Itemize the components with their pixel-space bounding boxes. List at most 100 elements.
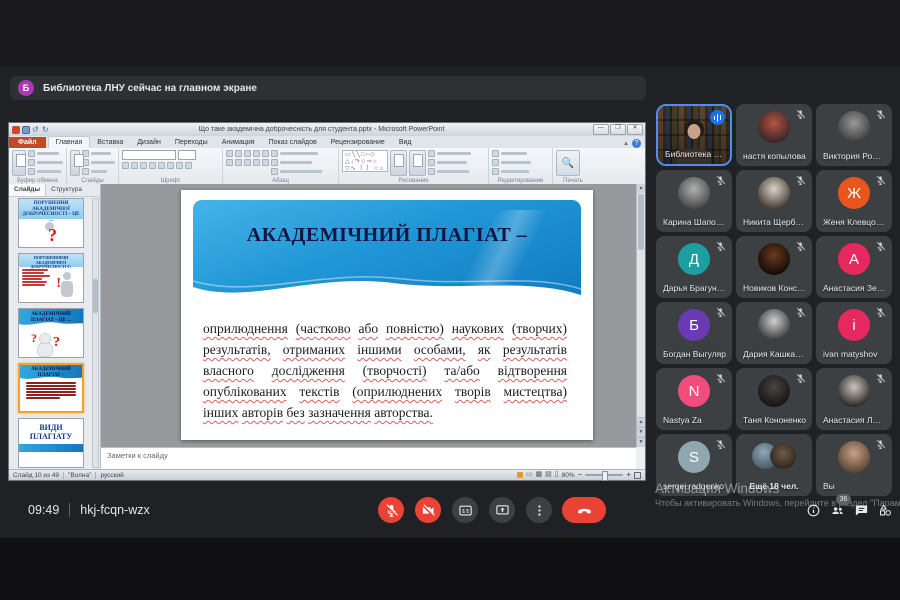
- participant-tile[interactable]: Новиков Констант...: [736, 236, 812, 298]
- fit-to-window-icon[interactable]: [634, 472, 641, 479]
- font-name-box[interactable]: [122, 150, 176, 160]
- participant-tile[interactable]: Анастасия Любив...: [816, 368, 892, 430]
- reading-view-icon[interactable]: ▤: [545, 471, 552, 479]
- participant-tile[interactable]: ДДарья Брагунец: [656, 236, 732, 298]
- captions-button[interactable]: [452, 497, 478, 523]
- italic-icon[interactable]: [131, 162, 138, 169]
- align-center-icon[interactable]: [235, 159, 242, 166]
- format-painter-icon[interactable]: [28, 168, 35, 175]
- panel-tab-slides[interactable]: Слайды: [9, 184, 46, 196]
- align-text-icon[interactable]: [271, 159, 278, 166]
- panel-scrollbar[interactable]: [92, 198, 99, 468]
- more-options-button[interactable]: [526, 497, 552, 523]
- ribbon-collapse-icon[interactable]: ▲: [623, 141, 629, 147]
- char-spacing-icon[interactable]: [167, 162, 174, 169]
- slide-thumbnail-3[interactable]: АКАДЕМІЧНИЙ ПЛАГІАТ – ЦЕ ... ? ?: [18, 308, 84, 358]
- copy-icon[interactable]: [28, 159, 35, 166]
- slide-editor-area[interactable]: АКАДЕМІЧНИЙ ПЛАГІАТ – оприлюднення (част…: [101, 184, 636, 447]
- text-direction-icon[interactable]: [271, 150, 278, 157]
- notes-pane[interactable]: Заметки к слайду: [101, 447, 636, 469]
- participant-tile[interactable]: настя копылова: [736, 104, 812, 166]
- next-slide-button[interactable]: ▼: [637, 427, 645, 437]
- quick-styles-button[interactable]: [409, 150, 426, 176]
- normal-view-icon[interactable]: ▭: [526, 471, 533, 479]
- end-call-button[interactable]: [562, 497, 606, 523]
- numbering-icon[interactable]: [235, 150, 242, 157]
- cut-icon[interactable]: [28, 150, 35, 157]
- smartart-icon[interactable]: [271, 168, 278, 175]
- section-icon[interactable]: [82, 168, 89, 175]
- quick-access-toolbar[interactable]: ↺ ↻: [9, 126, 50, 134]
- strikethrough-icon[interactable]: [158, 162, 165, 169]
- select-icon[interactable]: [492, 168, 499, 175]
- participant-tile[interactable]: Карина Шаповало...: [656, 170, 732, 232]
- tab-home[interactable]: Главная: [48, 136, 91, 148]
- indent-increase-icon[interactable]: [253, 150, 260, 157]
- participant-tile[interactable]: Никита Щербатен...: [736, 170, 812, 232]
- participant-tile[interactable]: NNastya Za: [656, 368, 732, 430]
- participant-tile[interactable]: Вы: [816, 434, 892, 496]
- replace-icon[interactable]: [492, 159, 499, 166]
- bold-icon[interactable]: [122, 162, 129, 169]
- align-right-icon[interactable]: [244, 159, 251, 166]
- minimize-button[interactable]: —: [593, 124, 609, 135]
- tab-file[interactable]: Файл: [9, 137, 46, 148]
- redo-icon[interactable]: ↻: [42, 126, 50, 134]
- participant-tile[interactable]: ААнастасия Земля...: [816, 236, 892, 298]
- editor-scrollbar[interactable]: ▲ ▲ ▼ ▼: [636, 184, 645, 447]
- participant-tile[interactable]: iivan matyshov: [816, 302, 892, 364]
- chat-button[interactable]: [854, 503, 869, 518]
- line-spacing-icon[interactable]: [262, 150, 269, 157]
- align-left-icon[interactable]: [226, 159, 233, 166]
- slideshow-view-icon[interactable]: ▯: [555, 471, 559, 479]
- change-case-icon[interactable]: [176, 162, 183, 169]
- zoom-slider[interactable]: [585, 474, 623, 476]
- save-icon[interactable]: [22, 126, 30, 134]
- current-slide[interactable]: АКАДЕМІЧНИЙ ПЛАГІАТ – оприлюднення (част…: [181, 190, 593, 440]
- slide-thumbnail-1[interactable]: ПОРУШЕННЯ АКАДЕМІЧНОЇ ДОБРОЧЕСНОСТІ – ЦЕ…: [18, 198, 84, 248]
- previous-slide-button[interactable]: ▲: [637, 417, 645, 427]
- find-icon[interactable]: [492, 150, 499, 157]
- sorter-view-icon[interactable]: ▦: [536, 471, 543, 479]
- tab-slideshow[interactable]: Показ слайдов: [262, 137, 324, 148]
- shadow-icon[interactable]: [149, 162, 156, 169]
- participant-tile[interactable]: ББогдан Выгуляр: [656, 302, 732, 364]
- tab-design[interactable]: Дизайн: [130, 137, 168, 148]
- participant-tile[interactable]: ЖЖеня Клевцович: [816, 170, 892, 232]
- participant-tile[interactable]: Библиотека ЛНУ: [656, 104, 732, 166]
- meeting-details-button[interactable]: [806, 503, 821, 518]
- tab-insert[interactable]: Вставка: [90, 137, 130, 148]
- slide-title-block[interactable]: АКАДЕМІЧНИЙ ПЛАГІАТ –: [193, 200, 581, 304]
- help-icon[interactable]: ?: [632, 139, 641, 148]
- close-button[interactable]: ✕: [627, 124, 643, 135]
- zoom-out-button[interactable]: −: [578, 471, 583, 479]
- activities-button[interactable]: [878, 503, 893, 518]
- undo-icon[interactable]: ↺: [32, 126, 40, 134]
- present-button[interactable]: [489, 497, 515, 523]
- columns-icon[interactable]: [262, 159, 269, 166]
- tab-animations[interactable]: Анимация: [215, 137, 262, 148]
- maximize-button[interactable]: ❐: [610, 124, 626, 135]
- slide-thumbnail-4-selected[interactable]: АКАДЕМІЧНИЙ ПЛАГІАТ –: [18, 363, 84, 413]
- slide-body-text[interactable]: оприлюднення (частково або повністю) нау…: [181, 304, 593, 423]
- shape-effects-icon[interactable]: [428, 168, 435, 175]
- font-color-icon[interactable]: [185, 162, 192, 169]
- panel-tab-outline[interactable]: Структура: [46, 184, 87, 196]
- participant-tile[interactable]: Виктория Романе...: [816, 104, 892, 166]
- slide-thumbnail-2[interactable]: ПОРУШЕННЯМИ АКАДЕМІЧНОЇ ДОБРОЧЕСНОСТІ Є:…: [18, 253, 84, 303]
- underline-icon[interactable]: [140, 162, 147, 169]
- tab-transitions[interactable]: Переходы: [168, 137, 215, 148]
- show-participants-button[interactable]: [830, 503, 845, 518]
- shapes-gallery[interactable]: ▭╲╲□○◇△↓↷☆⇨○▽∿〔 〕☆⌂: [342, 150, 388, 172]
- mic-off-button[interactable]: [378, 497, 404, 523]
- arrange-button[interactable]: [390, 150, 407, 176]
- shape-outline-icon[interactable]: [428, 159, 435, 166]
- slide-thumbnail-5[interactable]: ВИДИ ПЛАГІАТУ: [18, 418, 84, 468]
- camera-off-button[interactable]: [415, 497, 441, 523]
- indent-decrease-icon[interactable]: [244, 150, 251, 157]
- tab-view[interactable]: Вид: [392, 137, 419, 148]
- shape-fill-icon[interactable]: [428, 150, 435, 157]
- new-slide-button[interactable]: [70, 150, 80, 176]
- tab-review[interactable]: Рецензирование: [324, 137, 392, 148]
- paste-button[interactable]: [12, 150, 26, 176]
